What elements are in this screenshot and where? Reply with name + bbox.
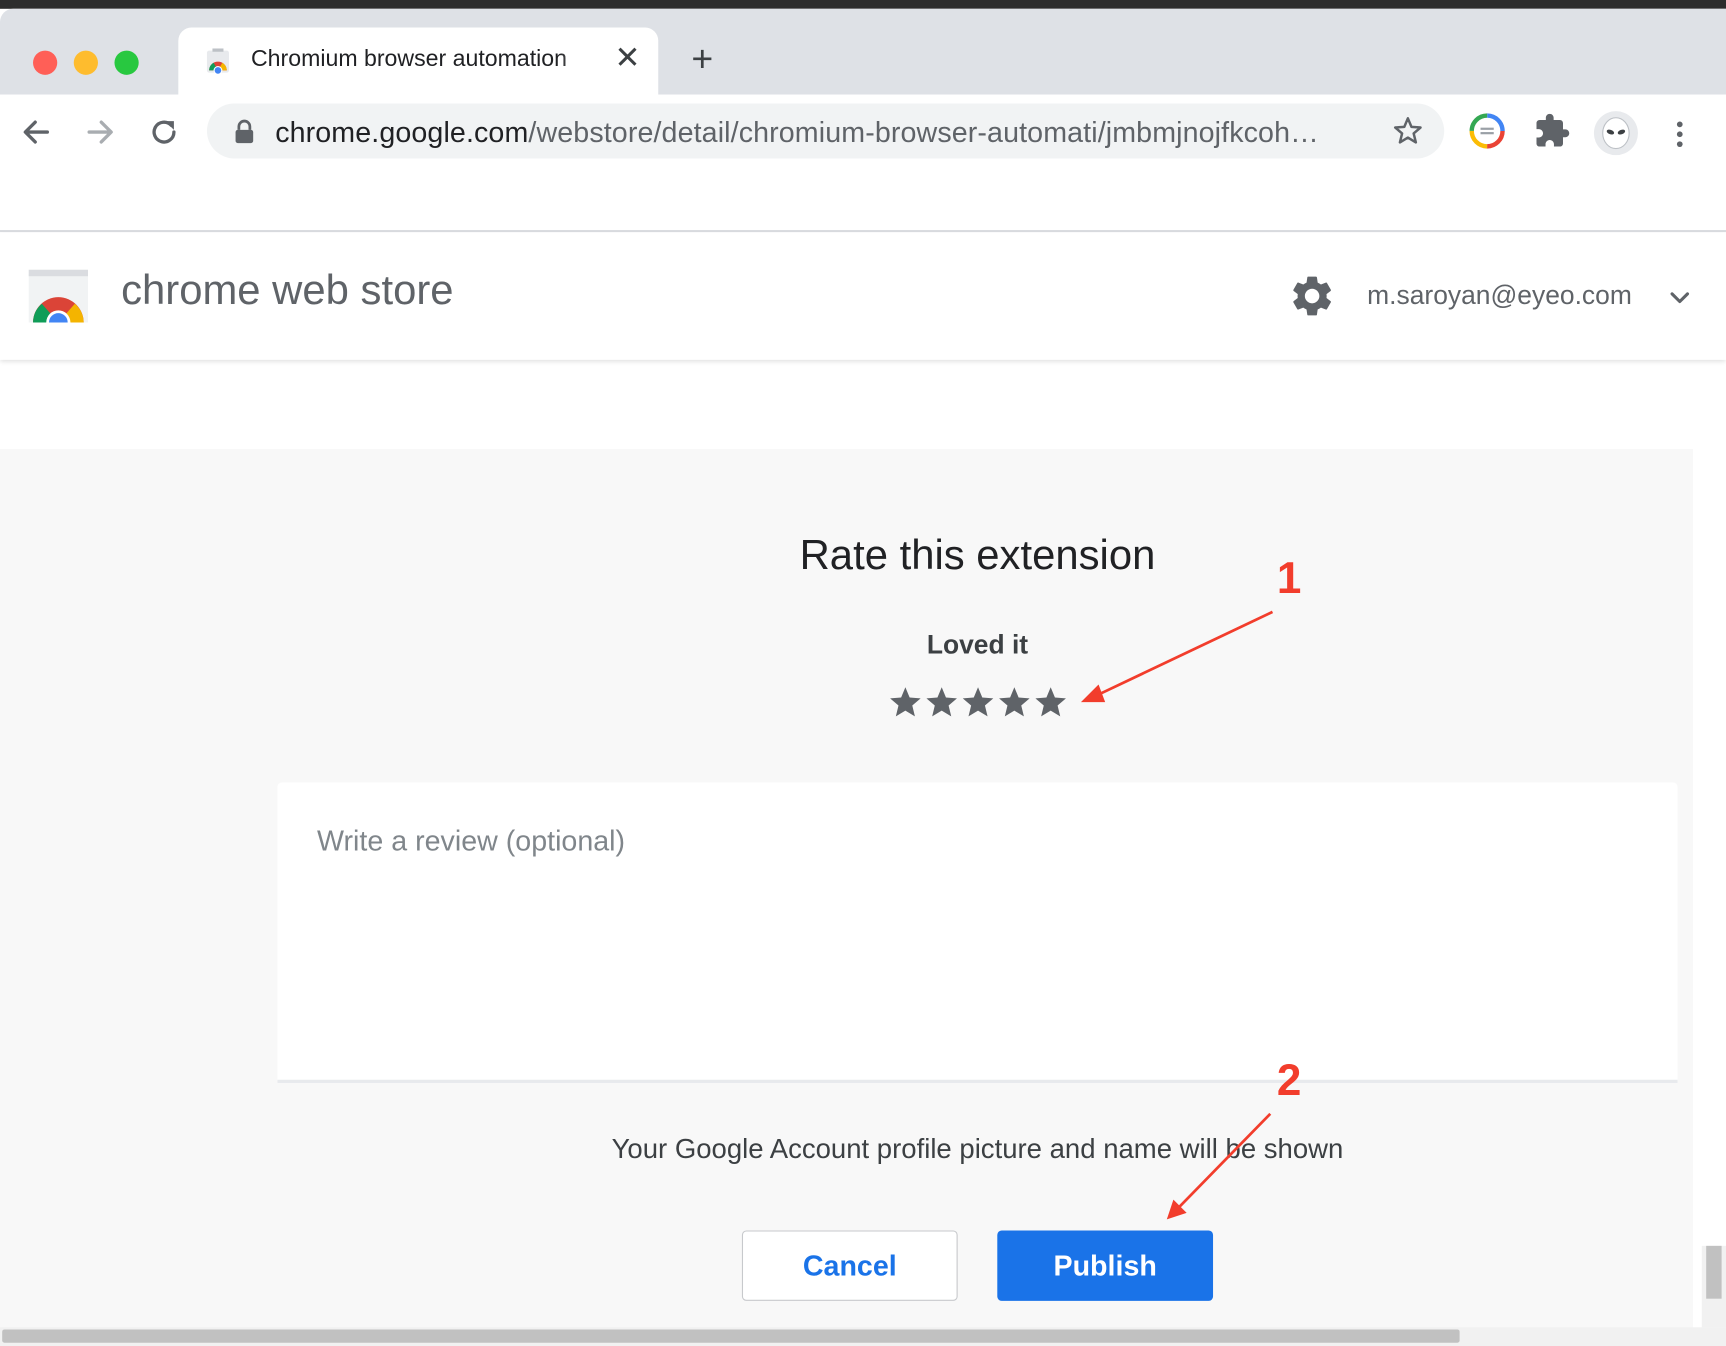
tab-title: Chromium browser automation [250, 46, 568, 72]
star-icon[interactable] [1033, 685, 1069, 720]
vertical-scrollbar-thumb[interactable] [1706, 1245, 1722, 1299]
horizontal-scrollbar-thumb[interactable] [2, 1329, 1460, 1343]
window-top-edge [0, 0, 1726, 9]
extension-color-icon[interactable] [1468, 112, 1505, 149]
window-minimize-button[interactable] [73, 50, 98, 75]
lock-icon[interactable] [233, 119, 255, 145]
bookmark-star-icon[interactable] [1391, 114, 1424, 147]
chrome-web-store-favicon-icon [206, 48, 229, 75]
star-icon[interactable] [996, 685, 1032, 720]
review-box [277, 782, 1678, 1083]
back-arrow-icon[interactable] [19, 114, 54, 149]
chevron-down-icon[interactable] [1667, 287, 1693, 309]
new-tab-button[interactable]: + [685, 41, 720, 78]
annotation-number-1: 1 [1276, 554, 1302, 604]
star-icon[interactable] [887, 685, 923, 720]
forward-arrow-icon[interactable] [83, 114, 118, 149]
tab-title-fade [559, 38, 604, 83]
puzzle-icon[interactable] [1533, 112, 1570, 149]
store-title: chrome web store [121, 267, 454, 314]
profile-avatar-button[interactable] [1588, 106, 1643, 161]
profile-avatar-icon [1593, 111, 1638, 156]
annotation-number-2: 2 [1276, 1056, 1302, 1105]
rating-label: Loved it [926, 630, 1029, 661]
rate-heading: Rate this extension [799, 532, 1156, 579]
review-textarea[interactable] [317, 824, 1638, 1045]
browser-toolbar: chrome.google.com/webstore/detail/chromi… [0, 94, 1726, 168]
window-close-button[interactable] [33, 50, 58, 75]
account-email[interactable]: m.saroyan@eyeo.com [1367, 281, 1632, 312]
star-icon[interactable] [960, 685, 996, 720]
reload-icon[interactable] [146, 114, 181, 149]
chrome-web-store-logo[interactable] [28, 269, 89, 323]
url-text: chrome.google.com/webstore/detail/chromi… [275, 116, 1319, 150]
settings-gear-icon[interactable] [1288, 272, 1336, 320]
address-bar[interactable]: chrome.google.com/webstore/detail/chromi… [206, 103, 1445, 159]
kebab-menu-icon[interactable] [1664, 119, 1695, 150]
url-path: /webstore/detail/chromium-browser-automa… [528, 115, 1319, 149]
profile-notice: Your Google Account profile picture and … [611, 1133, 1344, 1165]
cancel-button[interactable]: Cancel [741, 1230, 958, 1301]
tab-close-icon[interactable]: ✕ [612, 42, 643, 74]
window-zoom-button[interactable] [114, 50, 139, 75]
star-icon[interactable] [924, 685, 960, 720]
url-host: chrome.google.com [275, 115, 529, 149]
publish-button[interactable]: Publish [997, 1230, 1214, 1301]
store-header: chrome web store m.saroyan@eyeo.com [0, 232, 1726, 360]
star-rating[interactable] [887, 685, 1072, 725]
browser-tab[interactable]: Chromium browser automation ✕ [178, 27, 659, 96]
